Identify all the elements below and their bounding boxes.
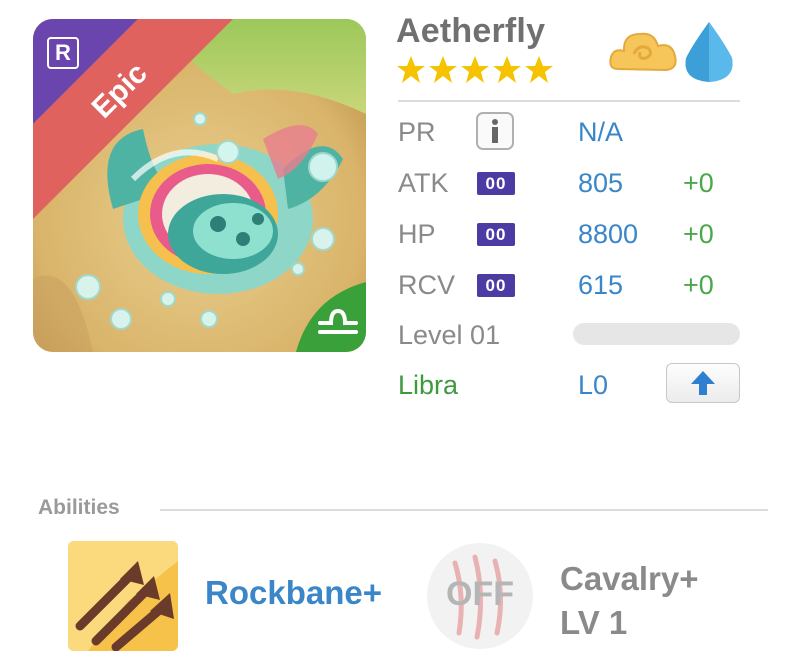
pr-label: PR [398,117,436,147]
level-up-button[interactable] [666,363,740,403]
hp-value: 8800 [578,219,639,249]
star-icon [461,56,489,83]
zodiac-level: L0 [578,370,609,400]
triple-arrow-icon [68,541,178,651]
skill-name: Rockbane+ [205,574,382,611]
abilities-title: Abilities [38,496,120,519]
star-icon [525,56,553,83]
level-progress-bar [573,323,740,345]
abilities-divider [160,509,768,511]
star-rating [396,55,556,87]
hp-label: HP [398,219,436,249]
atk-bonus: +0 [683,168,714,198]
atk-plus-badge: 00 [477,172,515,195]
libra-icon [296,282,366,352]
header-divider [398,100,740,102]
hp-bonus: +0 [683,219,714,249]
star-icon [429,56,457,83]
leader-skill: Cavalry+ LV 1 [560,557,699,645]
zodiac-sign-label: Libra [398,370,459,400]
info-button[interactable] [476,112,514,150]
rcv-label: RCV [398,270,456,300]
leader-skill-name: Cavalry+ [560,560,699,597]
rcv-value: 615 [578,270,624,300]
rcv-bonus: +0 [683,270,714,300]
monster-portrait[interactable]: R Epic [33,19,366,352]
atk-value: 805 [578,168,624,198]
rcv-plus-badge: 00 [477,274,515,297]
info-icon [492,119,498,143]
toggle-state-label: OFF [446,575,514,613]
hp-plus-badge: 00 [477,223,515,246]
rank-badge: R [47,37,79,69]
atk-label: ATK [398,168,449,198]
star-icon [493,56,521,83]
level-label: Level 01 [398,320,501,350]
star-icon [397,56,425,83]
arrow-up-icon [691,371,715,395]
pr-value: N/A [578,117,624,147]
skill-icon-tile[interactable] [68,541,178,651]
monster-name: Aetherfly [396,12,546,50]
cloud-icon [609,32,677,72]
water-drop-icon [685,22,733,82]
leader-skill-level: LV 1 [560,604,628,641]
